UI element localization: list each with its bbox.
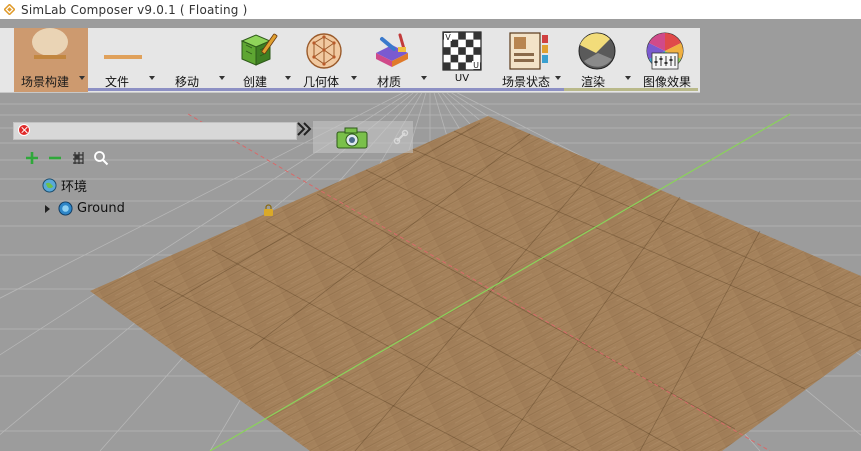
scene-search-input[interactable] (13, 122, 297, 140)
uv-checker-icon: V U (442, 31, 482, 71)
window-title: SimLab Composer v9.0.1 ( Floating ) (21, 2, 248, 17)
camera-link-icon[interactable] (393, 129, 409, 145)
chevron-down-icon[interactable] (555, 76, 561, 80)
tool-render[interactable]: 渲染 (564, 28, 634, 92)
tool-scene-state[interactable]: 场景状态 (494, 28, 564, 92)
environment-globe-icon (42, 178, 57, 193)
toolbar-group-underline (88, 88, 564, 91)
chevron-down-icon[interactable] (351, 76, 357, 80)
tree-item-label: 环境 (61, 180, 88, 195)
tool-move[interactable]: 移动 (158, 28, 228, 92)
chevron-down-icon[interactable] (79, 76, 85, 80)
chevron-down-icon[interactable] (285, 76, 291, 80)
camera-toolbar (313, 121, 413, 153)
ground-object-icon (58, 201, 73, 216)
tool-create[interactable]: 创建 (228, 28, 294, 92)
svg-text:V: V (445, 33, 451, 42)
tool-geometry[interactable]: 几何体 (294, 28, 360, 92)
clear-search-icon[interactable] (18, 124, 30, 136)
tool-uv[interactable]: V U U V (430, 28, 494, 92)
file-icon (104, 55, 142, 59)
svg-text:U: U (473, 61, 479, 70)
double-chevron-right-icon (297, 122, 312, 136)
material-paint-icon (376, 33, 408, 67)
geodesic-sphere-icon (306, 33, 342, 69)
tool-image-effects[interactable]: 图像效果 (634, 28, 700, 92)
collapse-panel-button[interactable] (296, 121, 314, 139)
chevron-down-icon[interactable] (625, 76, 631, 80)
chevron-down-icon[interactable] (219, 76, 225, 80)
grid-options-icon[interactable] (70, 150, 86, 166)
scene-build-icon (32, 28, 68, 59)
main-toolbar: 场景构建 文件 移动 创建 几何体 材质 V U UV 场景状态 渲染 图像效果 (0, 28, 700, 93)
toolbar-group-underline (564, 88, 698, 91)
remove-icon[interactable] (47, 150, 63, 166)
add-icon[interactable] (24, 150, 40, 166)
chevron-down-icon[interactable] (149, 76, 155, 80)
simlab-app: SimLab Composer v9.0.1 ( Floating ) 场景构建… (0, 0, 861, 451)
simlab-logo-icon (4, 4, 15, 15)
tree-item-environment[interactable]: 环境 (42, 176, 87, 195)
tool-file[interactable]: 文件 (88, 28, 158, 92)
search-icon[interactable] (93, 150, 109, 166)
image-effects-color-wheel-icon (646, 32, 684, 70)
chevron-down-icon[interactable] (421, 76, 427, 80)
camera-icon[interactable] (335, 126, 369, 150)
tree-item-ground[interactable]: Ground (45, 201, 125, 216)
scene-state-icon (509, 32, 548, 70)
title-bar: SimLab Composer v9.0.1 ( Floating ) (0, 0, 861, 19)
tool-material[interactable]: 材质 (360, 28, 430, 92)
create-cube-pencil-icon (240, 33, 278, 66)
expand-arrow-icon[interactable] (45, 204, 50, 213)
tree-item-label: Ground (77, 201, 125, 216)
scene-tree-actions (24, 149, 109, 167)
render-sphere-icon (578, 32, 616, 70)
tool-scene-build[interactable]: 场景构建 (14, 28, 88, 92)
